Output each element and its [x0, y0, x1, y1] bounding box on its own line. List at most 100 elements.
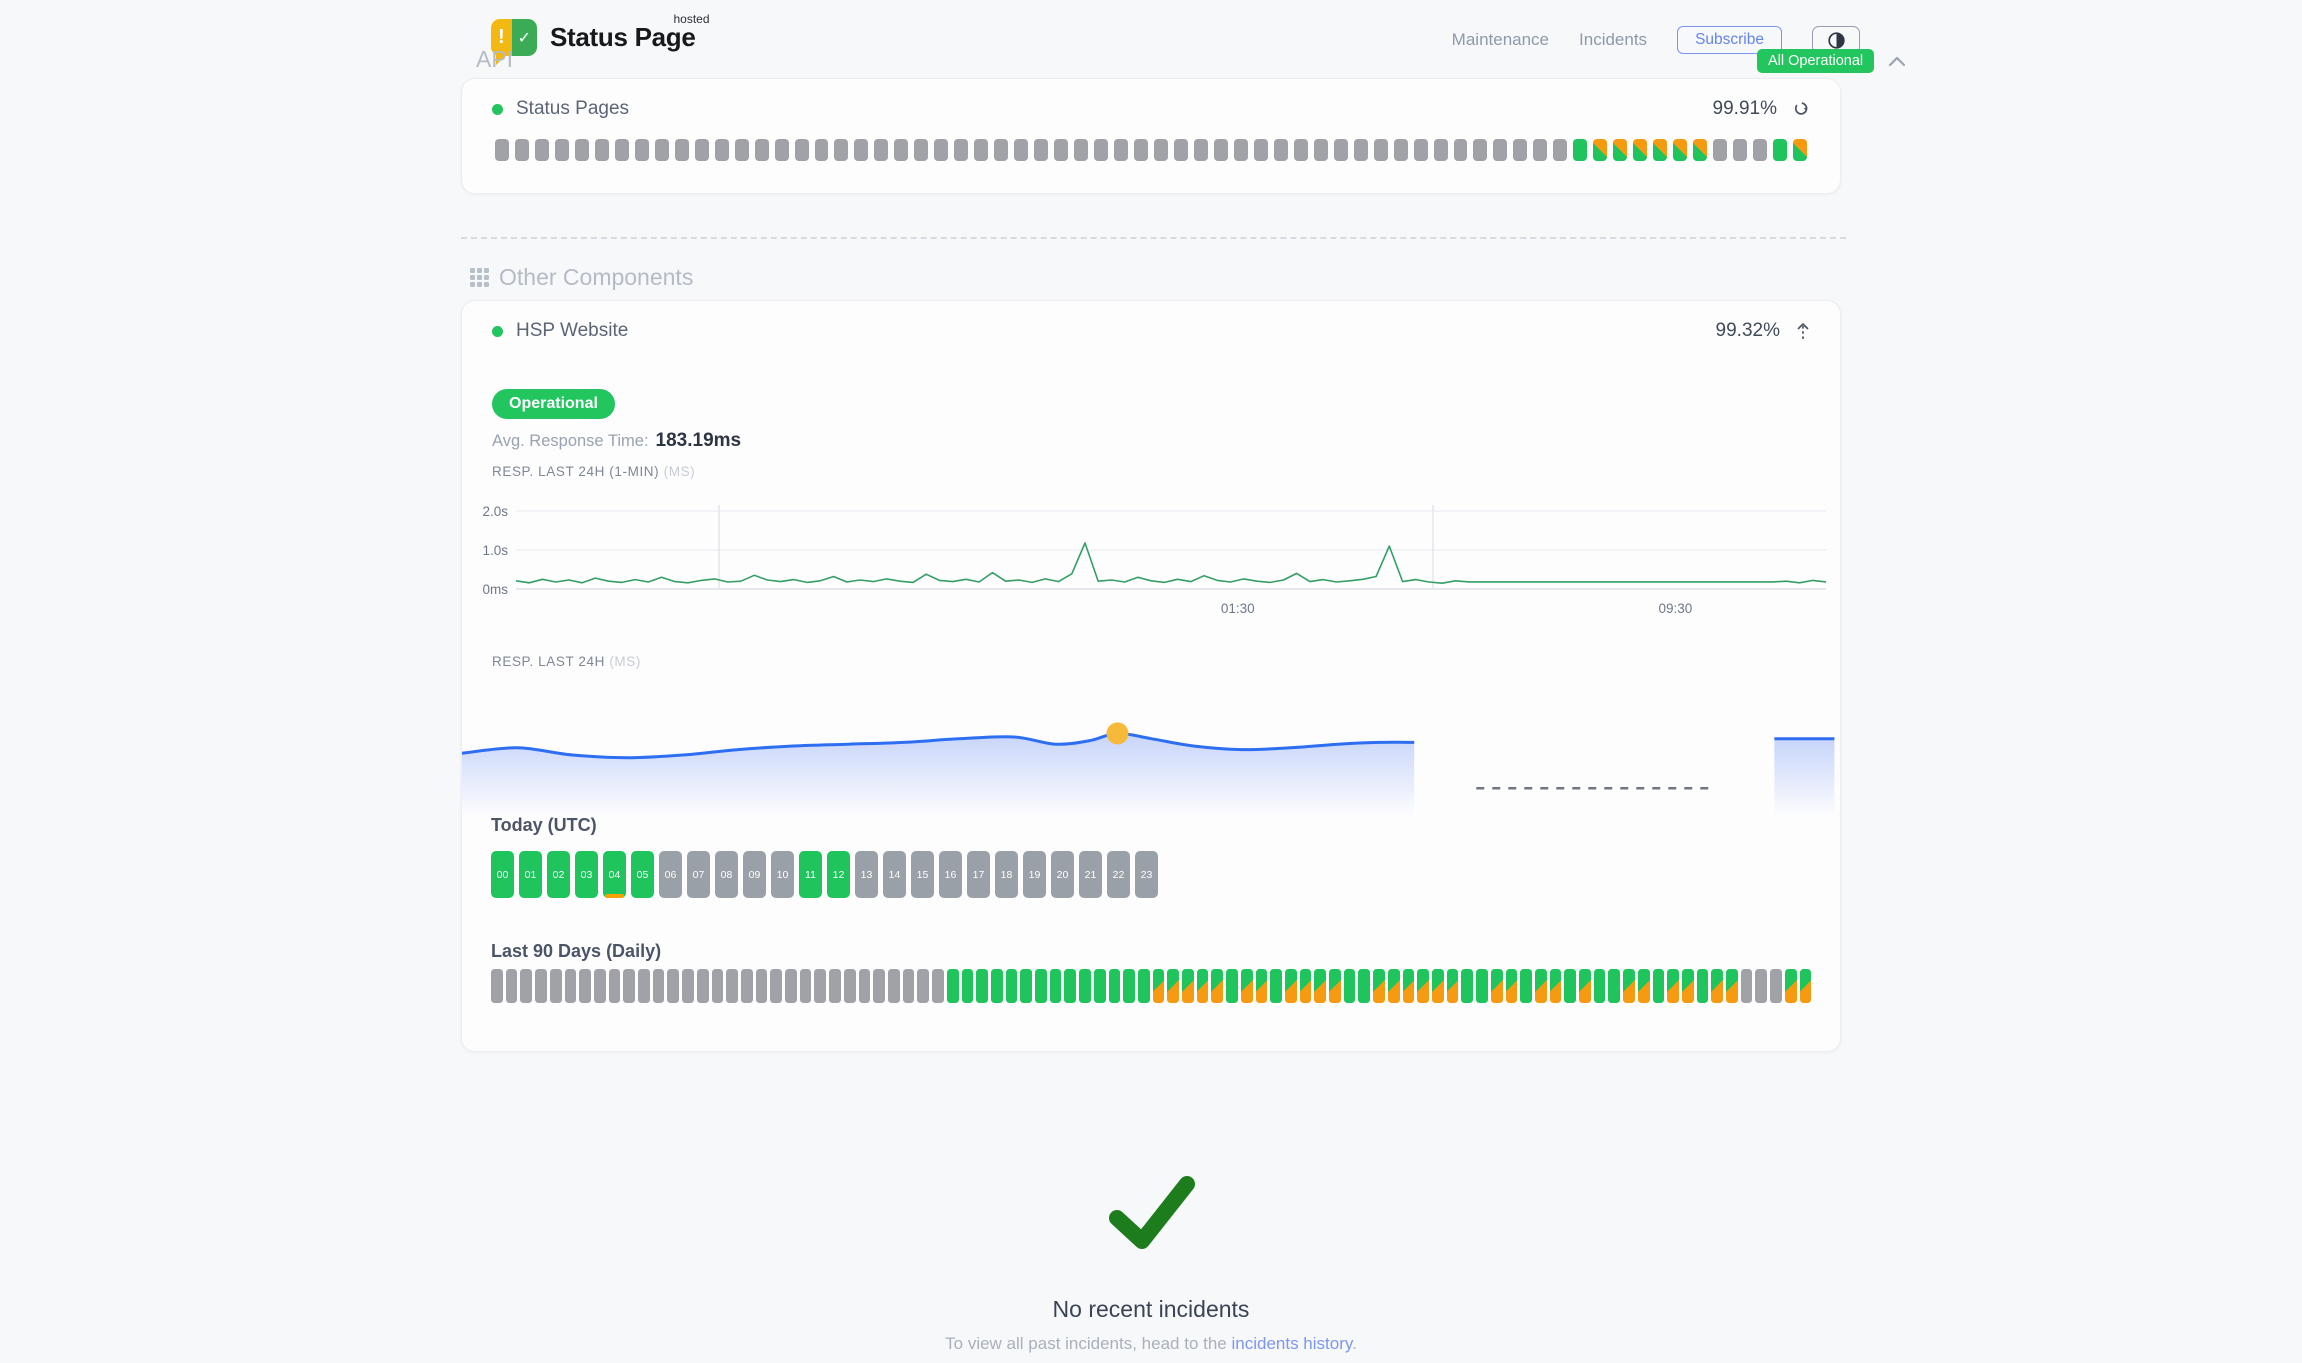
history-suffix: .	[1352, 1334, 1357, 1353]
hour-block: 02	[547, 851, 570, 898]
daily-uptime-bar	[1476, 969, 1488, 1003]
uptime-bar	[894, 139, 908, 161]
daily-uptime-bar	[1564, 969, 1576, 1003]
uptime-bar	[1653, 139, 1667, 161]
uptime-bar	[1374, 139, 1388, 161]
svg-text:2.0s: 2.0s	[482, 504, 508, 519]
daily-uptime-bar	[962, 969, 974, 1003]
incidents-history-link[interactable]: incidents history	[1231, 1334, 1352, 1353]
grid-icon	[470, 268, 489, 287]
uptime-bar	[755, 139, 769, 161]
last90-title: Last 90 Days (Daily)	[491, 941, 661, 962]
daily-uptime-bar	[1329, 969, 1341, 1003]
uptime-bar	[1174, 139, 1188, 161]
uptime-bar	[1234, 139, 1248, 161]
response-time-minute-chart: 2.0s1.0s0ms01:3009:30	[476, 497, 1831, 621]
hour-block: 01	[519, 851, 542, 898]
uptime-bar	[555, 139, 569, 161]
check-icon: ✓	[512, 19, 537, 56]
uptime-bar	[954, 139, 968, 161]
daily-uptime-bar	[697, 969, 709, 1003]
daily-uptime-bar	[1138, 969, 1150, 1003]
daily-uptime-bar	[1388, 969, 1400, 1003]
nav-incidents[interactable]: Incidents	[1579, 30, 1647, 50]
hour-block: 23	[1135, 851, 1158, 898]
hour-label: 23	[1141, 869, 1153, 881]
hour-label: 03	[581, 869, 593, 881]
daily-uptime-bar	[520, 969, 532, 1003]
uptime-bar	[834, 139, 848, 161]
hour-label: 20	[1057, 869, 1069, 881]
hour-block: 19	[1023, 851, 1046, 898]
daily-uptime-bar	[1697, 969, 1709, 1003]
status-dot	[492, 104, 503, 115]
hour-block: 15	[911, 851, 934, 898]
daily-uptime-bar	[1741, 969, 1753, 1003]
refresh-button[interactable]	[1793, 101, 1810, 117]
status-page: ! ✓ Status Page hosted Maintenance Incid…	[0, 0, 2302, 1363]
hour-label: 19	[1029, 869, 1041, 881]
uptime-bar	[1014, 139, 1028, 161]
uptime-bar	[1573, 139, 1587, 161]
hour-label: 12	[833, 869, 845, 881]
hour-label: 16	[945, 869, 957, 881]
hour-label: 06	[665, 869, 677, 881]
daily-uptime-bar	[1285, 969, 1297, 1003]
daily-uptime-bar	[1109, 969, 1121, 1003]
uptime-bar	[1394, 139, 1408, 161]
big-check-icon	[1101, 1172, 1201, 1254]
daily-uptime-bar	[1167, 969, 1179, 1003]
uptime-bar	[1434, 139, 1448, 161]
uptime-bar	[874, 139, 888, 161]
hour-block: 05	[631, 851, 654, 898]
uptime-bar	[655, 139, 669, 161]
daily-uptime-bar	[491, 969, 503, 1003]
hour-label: 02	[553, 869, 565, 881]
chevron-up-icon[interactable]	[1887, 55, 1907, 67]
nav-maintenance[interactable]: Maintenance	[1452, 30, 1549, 50]
uptime-bar	[1753, 139, 1767, 161]
hour-degraded-marker	[605, 894, 624, 898]
daily-uptime-bar	[1594, 969, 1606, 1003]
svg-text:0ms: 0ms	[482, 582, 508, 597]
hour-block: 03	[575, 851, 598, 898]
daily-uptime-bar	[1653, 969, 1665, 1003]
uptime-bar	[1314, 139, 1328, 161]
daily-uptime-bar	[829, 969, 841, 1003]
uptime-bar	[1154, 139, 1168, 161]
uptime-bar	[495, 139, 509, 161]
daily-uptime-bar	[1403, 969, 1415, 1003]
hour-label: 01	[525, 869, 537, 881]
brand-logo: ! ✓ Status Page hosted	[491, 14, 696, 56]
uptime-bar	[515, 139, 529, 161]
hour-label: 18	[1001, 869, 1013, 881]
hour-label: 07	[693, 869, 705, 881]
uptime-bar	[1633, 139, 1647, 161]
component-card-hsp-website: HSP Website 99.32% Operational Avg. Resp…	[461, 300, 1841, 1052]
daily-uptime-bar	[1314, 969, 1326, 1003]
daily-uptime-bar	[1447, 969, 1459, 1003]
svg-text:09:30: 09:30	[1658, 601, 1692, 616]
daily-uptime-bar	[1667, 969, 1679, 1003]
uptime-bar	[1613, 139, 1627, 161]
minute-chart-title: RESP. LAST 24H (1-MIN)	[492, 464, 659, 479]
daily-uptime-bar	[1300, 969, 1312, 1003]
daily-uptime-bar	[1785, 969, 1797, 1003]
uptime-bar	[1693, 139, 1707, 161]
hour-block: 10	[771, 851, 794, 898]
minute-chart-label: RESP. LAST 24H (1-MIN) (MS)	[492, 464, 695, 479]
daily-uptime-bar	[1123, 969, 1135, 1003]
daily-uptime-bar	[726, 969, 738, 1003]
section-title-other-components: Other Components	[470, 264, 693, 291]
history-prefix: To view all past incidents, head to the	[945, 1334, 1231, 1353]
hour-block: 16	[939, 851, 962, 898]
component-name: HSP Website	[516, 320, 628, 342]
status-dot	[492, 326, 503, 337]
hour-label: 09	[749, 869, 761, 881]
refresh-icon	[1793, 101, 1810, 117]
all-operational-badge[interactable]: All Operational	[1757, 49, 1874, 73]
uptime-percent: 99.91%	[1713, 98, 1777, 120]
daily-uptime-bar	[1373, 969, 1385, 1003]
collapse-button[interactable]	[1796, 322, 1810, 341]
daily-uptime-bar	[1358, 969, 1370, 1003]
